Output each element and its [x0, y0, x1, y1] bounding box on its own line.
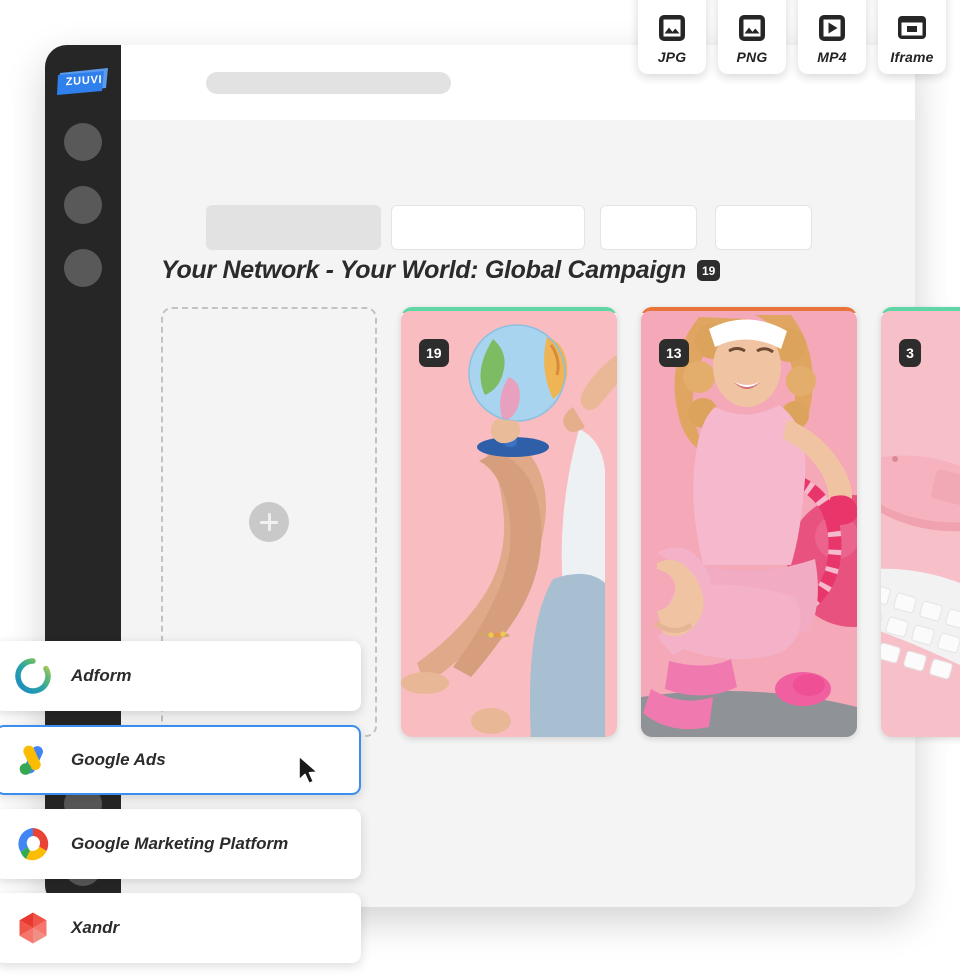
- play-icon: [819, 15, 845, 41]
- export-iframe-label: Iframe: [890, 49, 934, 65]
- card-count-badge: 19: [419, 339, 449, 367]
- screen: ZUUVI Your Network - Your World: Global …: [0, 0, 960, 963]
- fitness-scene-illustration: [641, 311, 857, 737]
- filter-bar: [121, 120, 915, 250]
- iframe-icon: [898, 16, 926, 39]
- creative-card-globe[interactable]: 19: [401, 307, 617, 737]
- sidebar-item-2[interactable]: [64, 186, 102, 224]
- export-png-label: PNG: [736, 49, 768, 65]
- board-title: Your Network - Your World: Global Campai…: [161, 256, 686, 284]
- card-artwork: [641, 311, 857, 737]
- creative-card-fitness[interactable]: 13: [641, 307, 857, 737]
- zuuvi-logo[interactable]: ZUUVI: [57, 66, 111, 96]
- board-header: Your Network - Your World: Global Campai…: [161, 256, 721, 285]
- filter-tertiary[interactable]: [600, 205, 697, 250]
- sidebar-item-3[interactable]: [64, 249, 102, 287]
- filter-secondary[interactable]: [391, 205, 585, 250]
- export-png-button[interactable]: PNG: [718, 0, 786, 74]
- filter-primary[interactable]: [206, 205, 381, 250]
- creative-card-phone[interactable]: 3: [881, 307, 960, 737]
- export-format-bar: JPG PNG MP4 Iframe: [638, 0, 946, 74]
- card-artwork: [881, 311, 960, 737]
- image-icon: [739, 15, 765, 41]
- image-icon: [659, 15, 685, 41]
- phone-scene-illustration: [881, 311, 960, 737]
- integration-label: Xandr: [71, 918, 120, 937]
- export-iframe-button[interactable]: Iframe: [878, 0, 946, 74]
- card-artwork: [401, 311, 617, 737]
- adform-logo-icon: [15, 658, 51, 694]
- export-mp4-label: MP4: [817, 49, 847, 65]
- export-jpg-label: JPG: [657, 49, 687, 65]
- export-jpg-button[interactable]: JPG: [638, 0, 706, 74]
- sidebar-item-1[interactable]: [64, 123, 102, 161]
- filter-quaternary[interactable]: [715, 205, 812, 250]
- export-mp4-button[interactable]: MP4: [798, 0, 866, 74]
- integration-label: Adform: [71, 666, 132, 685]
- google-ads-logo-icon: [19, 745, 43, 775]
- google-marketing-platform-logo-icon: [18, 828, 49, 861]
- integration-option-google-marketing-platform[interactable]: Google Marketing Platform: [0, 809, 361, 879]
- mouse-cursor-icon: [298, 755, 319, 785]
- card-count-badge: 3: [899, 339, 921, 367]
- integration-option-xandr[interactable]: Xandr: [0, 893, 361, 963]
- board-count-badge: 19: [696, 260, 721, 281]
- card-count-badge: 13: [659, 339, 689, 367]
- plus-icon[interactable]: [249, 502, 289, 542]
- page-title-placeholder: [206, 72, 451, 94]
- integration-label: Google Marketing Platform: [71, 834, 289, 853]
- xandr-logo-icon: [19, 912, 47, 944]
- integration-option-adform[interactable]: Adform: [0, 641, 361, 711]
- zuuvi-logo-text: ZUUVI: [65, 73, 103, 89]
- integration-dropdown: Adform Google Ads Google Marketing Platf…: [0, 641, 361, 977]
- globe-scene-illustration: [401, 311, 617, 737]
- integration-label: Google Ads: [71, 750, 166, 769]
